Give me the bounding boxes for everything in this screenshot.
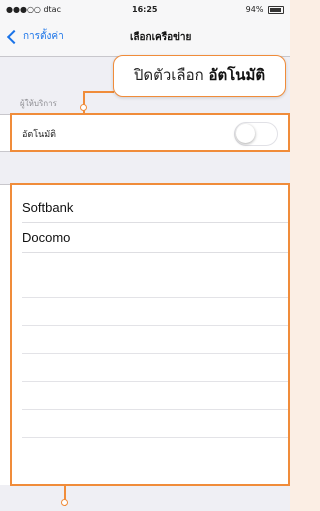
- callout-emphasis: อัตโนมัติ: [208, 66, 266, 84]
- list-divider: [22, 325, 290, 326]
- chevron-left-icon: [6, 29, 22, 44]
- callout-dot: [80, 104, 87, 111]
- list-divider: [22, 437, 290, 438]
- status-bar: ●●●○○ dtac 16:25 94%: [0, 0, 290, 20]
- carrier-label: ●●●○○ dtac: [6, 5, 61, 14]
- back-label: การตั้งค่า: [23, 31, 64, 42]
- network-item-softbank[interactable]: Softbank: [22, 193, 290, 223]
- callout-connector: [83, 91, 114, 93]
- battery-icon: [268, 5, 284, 14]
- battery-percent: 94%: [245, 5, 264, 14]
- toggle-knob: [236, 124, 255, 143]
- callout-bubble: ปิดตัวเลือก อัตโนมัติ: [113, 55, 286, 97]
- automatic-label: อัตโนมัติ: [22, 130, 57, 140]
- section-header: ผู้ให้บริการ: [20, 99, 57, 108]
- list-divider: [22, 409, 290, 410]
- page-title: เลือกเครือข่าย: [130, 32, 192, 43]
- list-divider: [22, 353, 290, 354]
- bottom-dot: [61, 499, 68, 506]
- list-divider: [22, 381, 290, 382]
- automatic-row: อัตโนมัติ: [0, 114, 290, 152]
- navigation-bar: การตั้งค่า เลือกเครือข่าย: [0, 20, 290, 57]
- network-item-docomo[interactable]: Docomo: [22, 223, 290, 253]
- list-divider: [22, 297, 290, 298]
- battery-indicator: 94%: [246, 5, 284, 14]
- callout-text: ปิดตัวเลือก: [133, 66, 204, 84]
- back-button[interactable]: การตั้งค่า: [6, 29, 64, 44]
- network-list: Softbank Docomo: [0, 184, 290, 485]
- clock: 16:25: [132, 5, 158, 14]
- automatic-toggle[interactable]: [234, 122, 278, 146]
